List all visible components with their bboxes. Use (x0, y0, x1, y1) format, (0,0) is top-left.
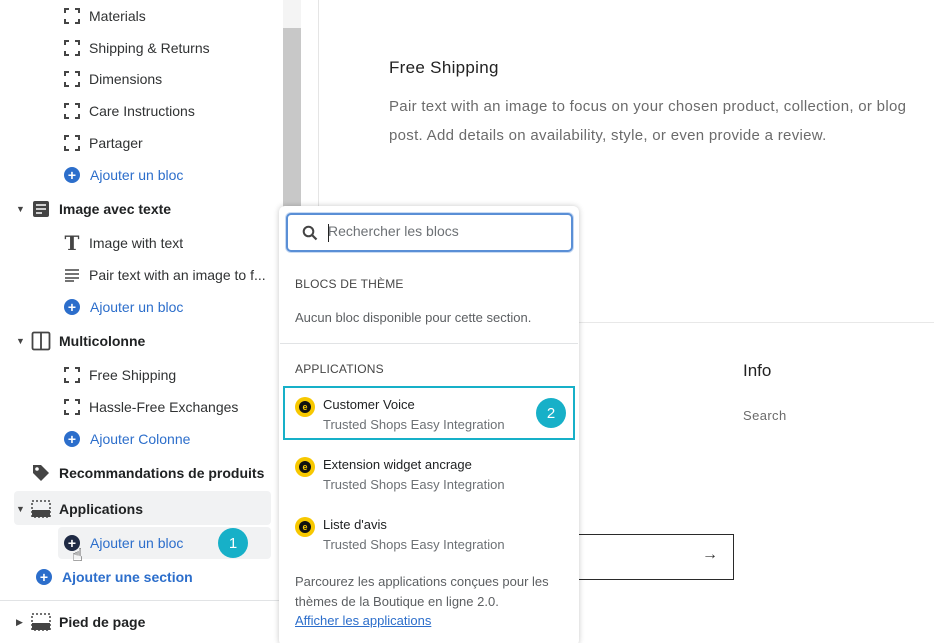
caret-down-icon: ▼ (16, 336, 25, 346)
section-title: Applications (59, 501, 144, 517)
text-t-icon: T (64, 231, 80, 255)
app-block-vendor: Trusted Shops Easy Integration (323, 537, 505, 552)
block-item-free-shipping[interactable]: Free Shipping (62, 359, 176, 391)
block-item-partager[interactable]: Partager (62, 127, 143, 159)
block-item-dimensions[interactable]: Dimensions (62, 63, 162, 95)
block-item-care-instructions[interactable]: Care Instructions (62, 95, 195, 127)
theme-blocks-empty-text: Aucun bloc disponible pour cette section… (295, 310, 532, 325)
popover-divider (280, 343, 578, 344)
trusted-shops-logo-icon: e (295, 397, 315, 417)
step-badge-2: 2 (536, 398, 566, 428)
app-block-vendor: Trusted Shops Easy Integration (323, 417, 505, 432)
dashed-square-icon (62, 101, 82, 121)
add-block-button[interactable]: + Ajouter un bloc (64, 291, 183, 323)
trusted-shops-logo-icon: e (295, 457, 315, 477)
app-block-review-list[interactable]: e Liste d'avis Trusted Shops Easy Integr… (283, 506, 575, 560)
footer-search-link[interactable]: Search (743, 408, 787, 423)
app-block-customer-voice[interactable]: e Customer Voice Trusted Shops Easy Inte… (283, 386, 575, 440)
trusted-shops-logo-icon: e (295, 517, 315, 537)
section-title: Recommandations de produits (59, 465, 265, 481)
arrow-right-icon[interactable]: → (702, 546, 718, 564)
dashed-square-icon (62, 365, 82, 385)
browse-apps-link[interactable]: Afficher les applications (295, 613, 431, 628)
block-label: Partager (89, 135, 143, 151)
add-section-button[interactable]: + Ajouter une section (36, 561, 193, 593)
block-label: Care Instructions (89, 103, 195, 119)
add-section-label: Ajouter une section (62, 569, 193, 585)
search-icon (302, 225, 318, 246)
block-label: Pair text with an image to f... (89, 267, 266, 283)
section-title: Pied de page (59, 614, 146, 630)
dashed-square-icon (62, 6, 82, 26)
text-cursor (328, 224, 329, 242)
block-label: Image with text (89, 235, 184, 251)
plus-circle-icon: + (64, 167, 80, 183)
paragraph-lines-icon (62, 265, 82, 285)
section-title: Image avec texte (59, 201, 172, 217)
add-column-label: Ajouter Colonne (90, 431, 191, 447)
app-block-name: Extension widget ancrage (323, 457, 472, 472)
footer-info-heading: Info (743, 361, 772, 380)
block-item-shipping-returns[interactable]: Shipping & Returns (62, 32, 210, 64)
block-search-input[interactable] (328, 223, 558, 239)
add-block-label: Ajouter un bloc (90, 299, 184, 315)
dashed-square-icon (62, 69, 82, 89)
section-image-with-text[interactable]: ▼ Image avec texte (16, 193, 171, 225)
app-block-name: Liste d'avis (323, 517, 387, 532)
app-block-extension-widget[interactable]: e Extension widget ancrage Trusted Shops… (283, 446, 575, 500)
section-multicolumn[interactable]: ▼ Multicolonne (16, 325, 145, 357)
tag-icon (30, 463, 52, 483)
theme-blocks-heading: BLOCS DE THÈME (295, 277, 404, 291)
browse-apps-text: Parcourez les applications conçues pour … (295, 574, 549, 609)
block-label: Materials (89, 8, 146, 24)
section-applications[interactable]: ▼ Applications (16, 493, 143, 525)
section-footer[interactable]: ▶ Pied de page (16, 606, 145, 638)
app-block-name: Customer Voice (323, 397, 415, 412)
caret-down-icon: ▼ (16, 204, 25, 214)
add-block-button[interactable]: + Ajouter un bloc (64, 159, 183, 191)
add-block-label: Ajouter un bloc (90, 535, 184, 551)
section-product-recommendations[interactable]: Recommandations de produits (16, 457, 264, 489)
add-column-button[interactable]: + Ajouter Colonne (64, 423, 190, 455)
caret-right-icon: ▶ (16, 616, 23, 627)
dashed-square-icon (62, 38, 82, 58)
preview-column-title: Free Shipping (389, 58, 499, 77)
block-label: Hassle-Free Exchanges (89, 399, 239, 415)
sidebar-divider (0, 600, 283, 601)
dashed-square-icon (62, 397, 82, 417)
applications-heading: APPLICATIONS (295, 362, 384, 376)
plus-circle-icon: + (64, 299, 80, 315)
dashed-square-icon (62, 133, 82, 153)
step-badge-1: 1 (218, 528, 248, 558)
block-label: Free Shipping (89, 367, 177, 383)
caret-down-icon: ▼ (16, 504, 25, 514)
add-block-label: Ajouter un bloc (90, 167, 184, 183)
columns-icon (30, 331, 52, 351)
block-label: Shipping & Returns (89, 40, 210, 56)
block-item-image-with-text[interactable]: T Image with text (62, 227, 184, 259)
plus-circle-icon: + (36, 569, 52, 585)
app-block-vendor: Trusted Shops Easy Integration (323, 477, 505, 492)
section-title: Multicolonne (59, 333, 146, 349)
text-block-icon (30, 199, 52, 219)
apps-section-icon (30, 499, 52, 519)
block-item-hassle-free-exchanges[interactable]: Hassle-Free Exchanges (62, 391, 238, 423)
block-search-field[interactable] (286, 213, 573, 252)
block-label: Dimensions (89, 71, 163, 87)
plus-circle-icon: + (64, 431, 80, 447)
footer-section-icon (30, 612, 52, 632)
block-item-pair-text[interactable]: Pair text with an image to f... (62, 259, 269, 291)
block-item-materials[interactable]: Materials (62, 0, 146, 32)
preview-column-text: Pair text with an image to focus on your… (389, 98, 907, 144)
